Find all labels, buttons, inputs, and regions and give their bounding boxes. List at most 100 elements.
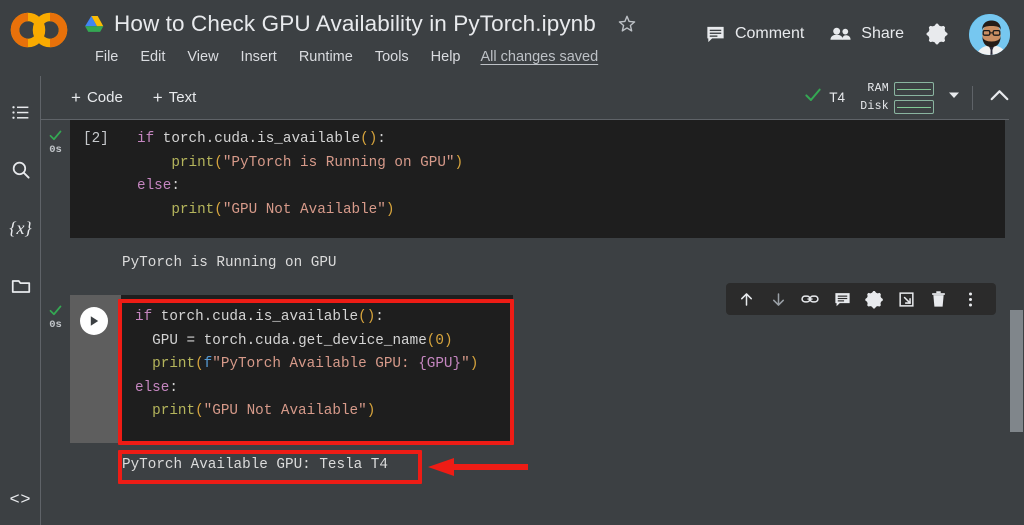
runtime-type-label: T4 <box>829 90 845 105</box>
folder-icon <box>11 280 30 293</box>
search-icon <box>12 161 30 179</box>
scrollbar-top-spacer <box>1009 76 1024 120</box>
code-line: print(f"PyTorch Available GPU: {GPU}") <box>152 356 479 372</box>
menu-view[interactable]: View <box>176 47 229 67</box>
sidebar-item-variables[interactable]: {x} <box>0 206 41 250</box>
menu-tools[interactable]: Tools <box>364 47 420 67</box>
variables-braces-icon: {x} <box>9 217 32 238</box>
avatar[interactable] <box>967 11 1012 57</box>
gear-icon <box>864 290 883 308</box>
run-cell-button[interactable] <box>80 307 108 335</box>
list-toc-icon <box>12 105 29 119</box>
link-icon <box>801 295 819 303</box>
sidebar-item-table-of-contents[interactable] <box>0 90 41 134</box>
settings-button[interactable] <box>916 14 959 55</box>
move-cell-up-button[interactable] <box>730 283 762 315</box>
toolbar-divider <box>972 85 973 110</box>
menu-insert[interactable]: Insert <box>230 47 288 67</box>
notebook-title-row: How to Check GPU Availability in PyTorch… <box>84 6 638 42</box>
copy-cell-link-button[interactable] <box>794 283 826 315</box>
menu-edit[interactable]: Edit <box>129 47 176 67</box>
add-comment-button[interactable] <box>826 283 858 315</box>
disk-meter-bar <box>894 99 934 114</box>
sidebar-item-files[interactable] <box>0 264 41 308</box>
code-editor[interactable]: if torch.cuda.is_available(): print("PyT… <box>70 120 1005 238</box>
code-line: if torch.cuda.is_available(): <box>137 131 386 147</box>
cell-action-toolbar <box>726 283 996 315</box>
menu-bar: File Edit View Insert Runtime Tools Help… <box>84 44 598 70</box>
kebab-menu-icon <box>968 291 972 307</box>
colab-co-logo[interactable] <box>8 10 70 50</box>
arrow-down-icon <box>772 292 784 306</box>
code-line: print("PyTorch is Running on GPU") <box>171 154 464 171</box>
delete-cell-button[interactable] <box>922 283 954 315</box>
share-button-label: Share <box>861 25 904 42</box>
vertical-scrollbar[interactable] <box>1009 120 1024 525</box>
comment-button[interactable]: Comment <box>692 16 816 53</box>
notebook-body: 0s if torch.cuda.is_available(): print("… <box>41 120 1024 525</box>
code-editor[interactable]: if torch.cuda.is_available(): GPU = torc… <box>121 295 513 443</box>
green-check-icon <box>48 303 63 318</box>
cell-output: PyTorch is Running on GPU <box>70 246 1024 280</box>
add-code-cell-label: Code <box>86 89 123 106</box>
code-line: GPU = torch.cuda.get_device_name(0) <box>152 332 453 349</box>
sidebar-item-find-replace[interactable] <box>0 148 41 192</box>
add-text-cell-button[interactable]: + Text <box>145 85 204 110</box>
star-outline-icon[interactable] <box>616 13 638 35</box>
ram-meter-bar <box>894 81 934 96</box>
execution-count: [2] <box>83 131 109 147</box>
code-brackets-icon: <> <box>9 489 32 508</box>
cell-gutter: 0s <box>41 295 70 331</box>
runtime-connection-area[interactable]: T4 RAM Disk <box>803 76 1024 120</box>
cell-gutter: 0s <box>41 120 70 156</box>
code-line: else: <box>137 178 180 194</box>
colab-notebook-window: How to Check GPU Availability in PyTorch… <box>0 0 1024 525</box>
google-drive-icon <box>85 15 104 32</box>
ram-meter-row: RAM <box>858 81 934 96</box>
comment-button-label: Comment <box>734 25 805 42</box>
code-cell[interactable]: 0s if torch.cuda.is_available(): print("… <box>41 120 1024 240</box>
share-button[interactable]: Share <box>816 16 916 53</box>
page-title[interactable]: How to Check GPU Availability in PyTorch… <box>114 11 596 37</box>
code-line: print("GPU Not Available") <box>152 403 376 419</box>
notebook-toolbar: + Code + Text T4 RAM Disk <box>41 76 1024 120</box>
add-text-cell-label: Text <box>168 89 197 106</box>
add-code-cell-button[interactable]: + Code <box>63 85 131 110</box>
move-cell-down-button[interactable] <box>762 283 794 315</box>
cell-elapsed-time: 0s <box>49 144 62 156</box>
resource-meters[interactable]: RAM Disk <box>858 81 934 114</box>
green-check-icon <box>48 128 63 143</box>
code-line: else: <box>135 379 178 396</box>
ram-label: RAM <box>867 82 889 95</box>
cell-output: PyTorch Available GPU: Tesla T4 <box>70 448 1024 480</box>
people-share-icon <box>830 27 851 40</box>
left-sidebar: {x} <> <box>0 76 41 525</box>
code-line: print("GPU Not Available") <box>171 201 395 218</box>
disk-meter-row: Disk <box>858 99 934 114</box>
cell-elapsed-time: 0s <box>49 319 62 331</box>
code-line: if torch.cuda.is_available(): <box>135 309 384 325</box>
scrollbar-thumb[interactable] <box>1010 310 1023 432</box>
save-status-text[interactable]: All changes saved <box>481 49 599 65</box>
app-header: How to Check GPU Availability in PyTorch… <box>0 0 1024 76</box>
green-check-icon <box>803 85 823 110</box>
mirror-cell-button[interactable] <box>890 283 922 315</box>
menu-runtime[interactable]: Runtime <box>288 47 364 67</box>
cell-settings-button[interactable] <box>858 283 890 315</box>
play-icon <box>90 316 99 326</box>
comment-icon <box>834 292 850 306</box>
more-cell-actions-button[interactable] <box>954 283 986 315</box>
menu-file[interactable]: File <box>84 47 129 67</box>
settings-gear-icon <box>926 23 948 44</box>
arrow-up-icon <box>740 292 752 306</box>
sidebar-item-code-snippets[interactable]: <> <box>0 477 41 521</box>
plus-icon: + <box>152 88 163 107</box>
code-cell[interactable]: 0s if torch.cuda.is_available(): GPU = t… <box>41 295 1024 445</box>
menu-help[interactable]: Help <box>420 47 472 67</box>
chevron-down-icon[interactable] <box>946 87 962 108</box>
disk-label: Disk <box>860 100 889 113</box>
plus-icon: + <box>71 88 81 107</box>
comment-icon <box>707 26 724 42</box>
open-in-new-icon <box>898 291 914 307</box>
header-actions: Comment Share <box>692 8 1012 60</box>
